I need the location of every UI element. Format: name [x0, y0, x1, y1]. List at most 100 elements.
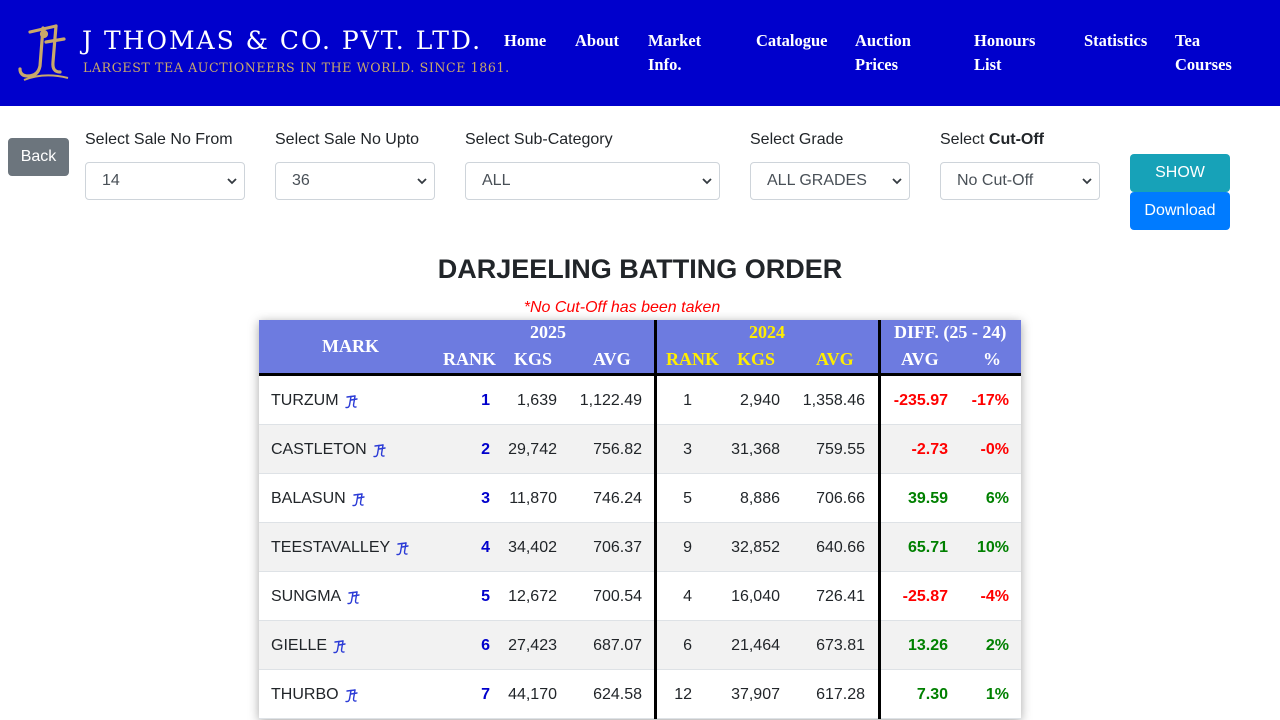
jt-monogram-icon: [18, 24, 69, 81]
table-row: TEESTAVALLEY 4 34,402 706.37 9 32,852 640.66 65…: [259, 523, 1021, 572]
kgs25-cell: 11,870: [509, 490, 557, 507]
avg24-cell: 617.28: [816, 686, 865, 703]
rank25-cell: 7: [481, 686, 490, 703]
rank24-cell: 4: [683, 588, 692, 605]
kgs24-cell: 21,464: [731, 637, 780, 654]
mark-name: TURZUM: [271, 392, 339, 409]
jt-mini-logo-icon: [333, 640, 346, 654]
nav-market-info[interactable]: Market Info.: [648, 29, 701, 77]
avg25-cell: 746.24: [593, 490, 642, 507]
mark-name: BALASUN: [271, 490, 346, 507]
mark-name: CASTLETON: [271, 441, 367, 458]
grade-select[interactable]: ALL GRADES: [750, 162, 910, 200]
grade-label: Select Grade: [750, 131, 844, 148]
sale-from-value: 14: [102, 172, 120, 189]
sale-upto-select[interactable]: 36: [275, 162, 435, 200]
avg25-cell: 700.54: [593, 588, 642, 605]
nav-label: Market: [648, 31, 702, 50]
table-row: TURZUM 1 1,639 1,122.49 1 2,940 1,358.46 -235.9…: [259, 376, 1021, 425]
header-kgs-2025: KGS: [514, 349, 553, 369]
header-rank-2025: RANK: [443, 349, 496, 369]
mark-cell: SUNGMA: [271, 588, 361, 606]
nav-auction-prices[interactable]: Auction Prices: [855, 29, 911, 77]
diff-avg-cell: 7.30: [916, 686, 948, 703]
chevron-down-icon: [227, 178, 237, 185]
table-row: SUNGMA 5 12,672 700.54 4 16,040 726.41 -25.87 -4…: [259, 572, 1021, 621]
nav-label: Tea: [1175, 31, 1201, 50]
cutoff-note: *No Cut-Off has been taken: [523, 299, 721, 316]
kgs25-cell: 34,402: [508, 539, 557, 556]
nav-label: Honours: [974, 31, 1036, 50]
nav-label: Home: [504, 31, 547, 50]
show-button[interactable]: SHOW: [1130, 154, 1230, 192]
header-diff: DIFF. (25 - 24): [894, 322, 1007, 342]
nav-honours-list[interactable]: Honours List: [974, 29, 1035, 77]
mark-cell: GIELLE: [271, 637, 347, 655]
table-row: BALASUN 3 11,870 746.24 5 8,886 706.66 39.59 6%: [259, 474, 1021, 523]
nav-label-line2: Info.: [648, 55, 682, 74]
kgs24-cell: 32,852: [731, 539, 780, 556]
header-year-2024: 2024: [749, 322, 785, 342]
rank24-cell: 3: [683, 441, 692, 458]
nav-statistics[interactable]: Statistics: [1084, 29, 1147, 53]
rank25-cell: 4: [481, 539, 490, 556]
header-avg-2024: AVG: [816, 349, 854, 369]
download-button[interactable]: Download: [1130, 192, 1230, 230]
diff-avg-cell: 65.71: [907, 539, 948, 556]
mark-cell: CASTLETON: [271, 441, 387, 459]
kgs25-cell: 44,170: [508, 686, 557, 703]
mark-name: GIELLE: [271, 637, 328, 654]
diff-avg-cell: -2.73: [911, 441, 948, 458]
nav-catalogue[interactable]: Catalogue: [756, 29, 828, 53]
nav-label: Statistics: [1084, 31, 1148, 50]
rank25-cell: 3: [481, 490, 490, 507]
diff-avg-cell: 39.59: [907, 490, 948, 507]
sale-upto-value: 36: [292, 172, 310, 189]
jt-mini-logo-icon: [344, 689, 358, 703]
avg24-cell: 759.55: [816, 441, 865, 458]
avg25-cell: 624.58: [593, 686, 642, 703]
kgs24-cell: 16,040: [731, 588, 780, 605]
avg24-cell: 640.66: [816, 539, 865, 556]
diff-pct-cell: 2%: [985, 637, 1009, 654]
avg24-cell: 673.81: [816, 637, 865, 654]
nav-label: Auction: [855, 31, 911, 50]
jt-mini-logo-icon: [344, 395, 358, 409]
mark-name: TEESTAVALLEY: [271, 539, 391, 556]
brand-logo[interactable]: J THOMAS & CO. PVT. LTD. LARGEST TEA AUC…: [16, 22, 509, 84]
avg24-cell: 1,358.46: [802, 392, 865, 409]
rank24-cell: 5: [683, 490, 692, 507]
cutoff-select[interactable]: No Cut-Off: [940, 162, 1100, 200]
diff-pct-cell: -17%: [971, 392, 1009, 409]
diff-pct-cell: 1%: [985, 686, 1009, 703]
sale-from-label: Select Sale No From: [85, 131, 233, 148]
cutoff-value: No Cut-Off: [957, 172, 1034, 189]
sale-from-select[interactable]: 14: [85, 162, 245, 200]
jt-mini-logo-icon: [396, 542, 409, 556]
site-header: J THOMAS & CO. PVT. LTD. LARGEST TEA AUC…: [0, 0, 1280, 106]
back-button[interactable]: Back: [8, 138, 69, 176]
nav-about[interactable]: About: [575, 29, 619, 53]
nav-tea-courses[interactable]: Tea Courses: [1175, 29, 1232, 77]
header-avg-2025: AVG: [593, 349, 631, 369]
column-divider: [654, 320, 657, 719]
chevron-down-icon: [892, 178, 902, 185]
rank25-cell: 6: [481, 637, 490, 654]
mark-cell: TURZUM: [271, 392, 359, 410]
kgs24-cell: 8,886: [739, 490, 780, 507]
kgs24-cell: 37,907: [731, 686, 780, 703]
sub-category-select[interactable]: ALL: [465, 162, 720, 200]
chevron-down-icon: [417, 178, 427, 185]
kgs25-cell: 27,423: [508, 637, 557, 654]
header-diff-avg: AVG: [901, 349, 939, 369]
mark-name: SUNGMA: [271, 588, 342, 605]
mark-cell: THURBO: [271, 686, 359, 704]
avg25-cell: 706.37: [593, 539, 642, 556]
avg24-cell: 706.66: [816, 490, 865, 507]
nav-home[interactable]: Home: [504, 29, 546, 53]
diff-avg-cell: 13.26: [907, 637, 948, 654]
sub-category-label: Select Sub-Category: [465, 131, 613, 148]
table-header: MARK 2025 RANK KGS AVG 2024 RANK KGS AVG…: [259, 320, 1021, 376]
chevron-down-icon: [1082, 178, 1092, 185]
table-row: CASTLETON 2 29,742 756.82 3 31,368 759.55 -2.73…: [259, 425, 1021, 474]
